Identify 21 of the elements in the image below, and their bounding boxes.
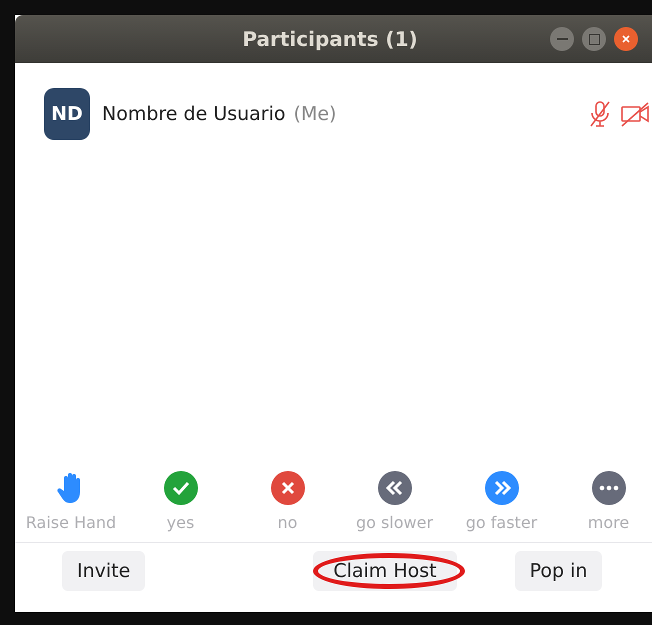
window-title: Participants (1) (242, 27, 418, 51)
check-circle-icon[interactable] (164, 471, 198, 505)
avatar-initials: ND (44, 88, 90, 140)
reaction-label: go faster (466, 513, 538, 532)
maximize-button[interactable] (582, 27, 606, 51)
close-button[interactable] (614, 27, 638, 51)
participant-tag: (Me) (294, 103, 336, 125)
participant-name: Nombre de Usuario (102, 103, 286, 125)
pop-in-button[interactable]: Pop in (514, 550, 602, 590)
close-icon (621, 34, 631, 44)
reaction-label: more (588, 513, 630, 532)
reaction-label: Raise Hand (26, 513, 116, 532)
reaction-label: no (278, 513, 298, 532)
reaction-label: yes (166, 513, 194, 532)
fast-forward-circle-icon[interactable] (484, 471, 518, 505)
invite-button[interactable]: Invite (62, 550, 146, 590)
rewind-circle-icon[interactable] (378, 471, 412, 505)
minimize-button[interactable] (550, 27, 574, 51)
reaction-label: go slower (356, 513, 434, 532)
cross-circle-icon[interactable] (270, 471, 304, 505)
more-circle-icon[interactable] (592, 471, 626, 505)
